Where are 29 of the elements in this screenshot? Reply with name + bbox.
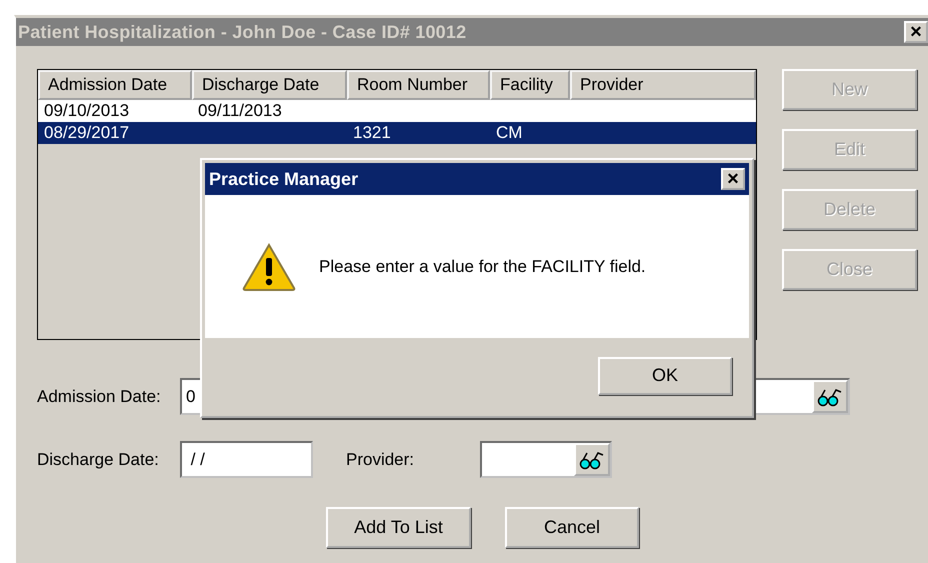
lookup-button[interactable] [574, 443, 610, 476]
dialog-title: Practice Manager [209, 168, 358, 190]
field-label: Admission Date: [37, 386, 162, 406]
action-button[interactable]: Cancel [505, 507, 639, 548]
binoculars-icon [579, 450, 605, 470]
table-cell-text: 08/29/2017 [43, 123, 130, 143]
table-cell-text: 09/10/2013 [43, 101, 130, 121]
provider-field[interactable] [480, 441, 612, 478]
table-cell-text: 1321 [352, 123, 392, 143]
discharge-date-field[interactable]: / / [180, 441, 313, 478]
column-header[interactable]: Facility [490, 70, 570, 100]
close-button[interactable]: × [904, 21, 928, 43]
column-header[interactable]: Provider [570, 70, 756, 100]
window-title: Patient Hospitalization - John Doe - Case ID# 10012 [18, 22, 466, 42]
action-button[interactable]: Add To List [326, 507, 471, 548]
table-row[interactable]: 08/29/2017 1321 CM [38, 122, 756, 144]
table-cell-text: 09/11/2013 [197, 101, 283, 121]
column-header[interactable]: Discharge Date [192, 70, 347, 100]
lookup-button[interactable] [812, 380, 848, 413]
field-label: Provider: [346, 450, 416, 470]
table-cell-text: CM [495, 123, 524, 143]
column-header[interactable]: Admission Date [38, 70, 192, 100]
dialog-message: Please enter a value for the FACILITY field. [319, 256, 646, 276]
field-label: Discharge Date: [37, 450, 160, 470]
warning-icon [241, 242, 297, 292]
binoculars-icon [817, 386, 843, 406]
ok-button[interactable]: OK [598, 356, 732, 394]
column-header[interactable]: Room Number [347, 70, 490, 100]
close-button[interactable]: × [721, 168, 745, 190]
